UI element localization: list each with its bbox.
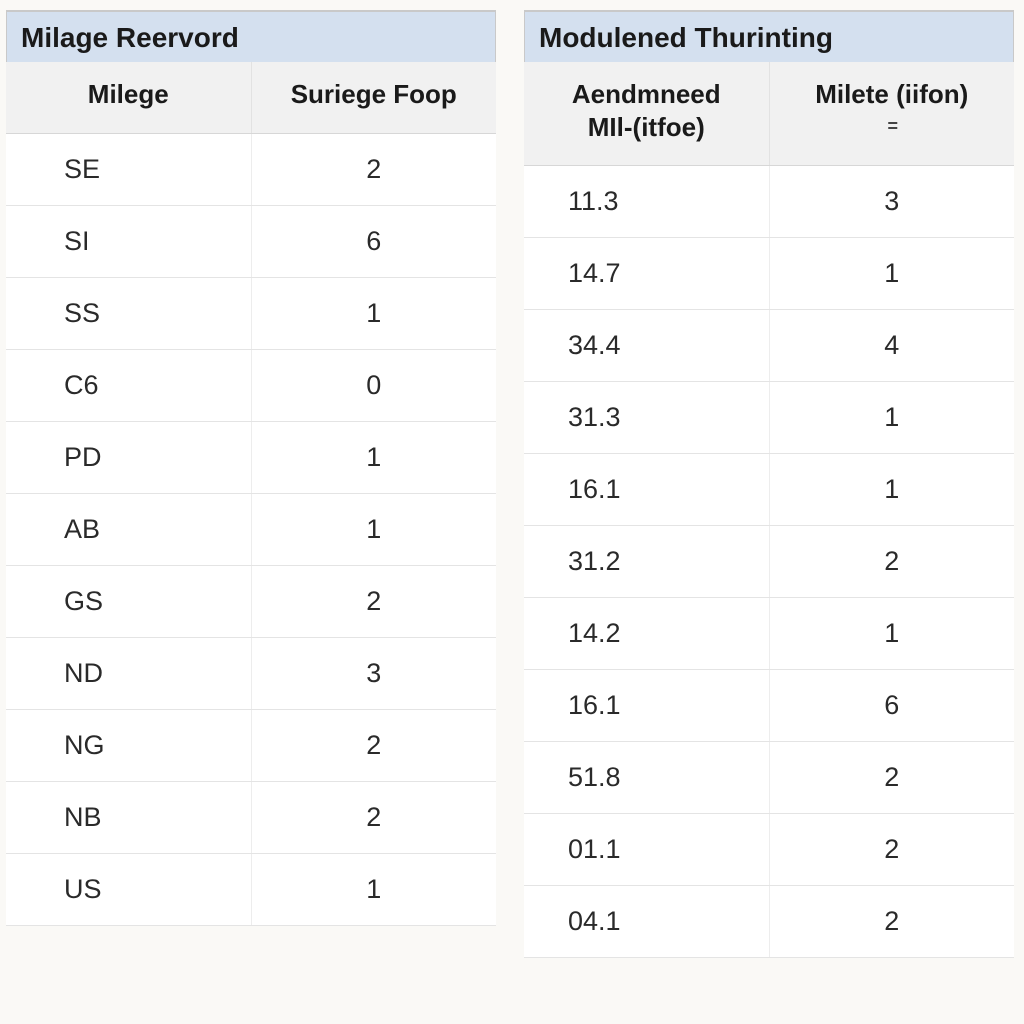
- cell-aendmneed: 34.4: [524, 310, 769, 382]
- cell-milege: NG: [6, 709, 251, 781]
- table-row: NG2: [6, 709, 496, 781]
- cell-aendmneed: 14.2: [524, 598, 769, 670]
- cell-aendmneed: 16.1: [524, 454, 769, 526]
- right-col-0-header[interactable]: Aendmneed MIl-(itfoe): [524, 62, 769, 166]
- cell-milete: 2: [769, 742, 1014, 814]
- cell-milege: SS: [6, 277, 251, 349]
- cell-milege: GS: [6, 565, 251, 637]
- cell-suriege: 2: [251, 709, 496, 781]
- right-col-1-header[interactable]: Milete (iifon) =: [769, 62, 1014, 166]
- cell-milege: PD: [6, 421, 251, 493]
- table-row: ND3: [6, 637, 496, 709]
- table-row: 14.71: [524, 238, 1014, 310]
- table-row: C60: [6, 349, 496, 421]
- cell-suriege: 1: [251, 277, 496, 349]
- cell-aendmneed: 31.2: [524, 526, 769, 598]
- table-row: 11.33: [524, 166, 1014, 238]
- left-table: Milage Reervord Milege Suriege Foop SE2 …: [6, 11, 496, 926]
- cell-suriege: 3: [251, 637, 496, 709]
- table-row: 16.11: [524, 454, 1014, 526]
- left-table-header-row: Milege Suriege Foop: [6, 62, 496, 133]
- cell-milege: SI: [6, 205, 251, 277]
- table-row: 31.22: [524, 526, 1014, 598]
- right-table: Modulened Thurinting Aendmneed MIl-(itfo…: [524, 11, 1014, 958]
- table-row: 16.16: [524, 670, 1014, 742]
- left-table-container: Milage Reervord Milege Suriege Foop SE2 …: [6, 10, 496, 1014]
- table-row: SS1: [6, 277, 496, 349]
- cell-suriege: 1: [251, 493, 496, 565]
- cell-milete: 6: [769, 670, 1014, 742]
- cell-milete: 4: [769, 310, 1014, 382]
- cell-suriege: 2: [251, 565, 496, 637]
- right-table-title: Modulened Thurinting: [524, 11, 1014, 62]
- left-col-1-header[interactable]: Suriege Foop: [251, 62, 496, 133]
- right-col-0-line1: Aendmneed: [572, 79, 721, 109]
- cell-milege: C6: [6, 349, 251, 421]
- cell-milege: NB: [6, 781, 251, 853]
- left-col-0-header[interactable]: Milege: [6, 62, 251, 133]
- cell-aendmneed: 31.3: [524, 382, 769, 454]
- cell-milete: 1: [769, 598, 1014, 670]
- table-row: SI6: [6, 205, 496, 277]
- table-row: 34.44: [524, 310, 1014, 382]
- table-row: US1: [6, 853, 496, 925]
- table-row: SE2: [6, 133, 496, 205]
- right-col-1-label: Milete (iifon): [815, 79, 968, 109]
- cell-suriege: 6: [251, 205, 496, 277]
- cell-suriege: 2: [251, 133, 496, 205]
- table-row: PD1: [6, 421, 496, 493]
- table-row: 31.31: [524, 382, 1014, 454]
- cell-milete: 2: [769, 526, 1014, 598]
- cell-milete: 3: [769, 166, 1014, 238]
- right-table-header-row: Aendmneed MIl-(itfoe) Milete (iifon) =: [524, 62, 1014, 166]
- cell-milete: 2: [769, 886, 1014, 958]
- page-root: Milage Reervord Milege Suriege Foop SE2 …: [0, 0, 1024, 1024]
- cell-milege: ND: [6, 637, 251, 709]
- cell-milete: 1: [769, 238, 1014, 310]
- cell-aendmneed: 14.7: [524, 238, 769, 310]
- cell-suriege: 1: [251, 853, 496, 925]
- cell-milete: 1: [769, 382, 1014, 454]
- cell-milete: 1: [769, 454, 1014, 526]
- cell-aendmneed: 16.1: [524, 670, 769, 742]
- table-row: 14.21: [524, 598, 1014, 670]
- cell-aendmneed: 04.1: [524, 886, 769, 958]
- cell-milete: 2: [769, 814, 1014, 886]
- table-row: 01.12: [524, 814, 1014, 886]
- cell-milege: SE: [6, 133, 251, 205]
- cell-milege: US: [6, 853, 251, 925]
- cell-suriege: 0: [251, 349, 496, 421]
- cell-aendmneed: 11.3: [524, 166, 769, 238]
- table-row: NB2: [6, 781, 496, 853]
- cell-suriege: 2: [251, 781, 496, 853]
- table-row: AB1: [6, 493, 496, 565]
- right-table-container: Modulened Thurinting Aendmneed MIl-(itfo…: [524, 10, 1014, 1014]
- table-row: 51.82: [524, 742, 1014, 814]
- right-col-0-line2: MIl-(itfoe): [588, 112, 705, 142]
- cell-aendmneed: 01.1: [524, 814, 769, 886]
- sort-icon[interactable]: =: [778, 115, 1007, 138]
- cell-milege: AB: [6, 493, 251, 565]
- cell-aendmneed: 51.8: [524, 742, 769, 814]
- left-table-title: Milage Reervord: [6, 11, 496, 62]
- cell-suriege: 1: [251, 421, 496, 493]
- table-row: 04.12: [524, 886, 1014, 958]
- table-row: GS2: [6, 565, 496, 637]
